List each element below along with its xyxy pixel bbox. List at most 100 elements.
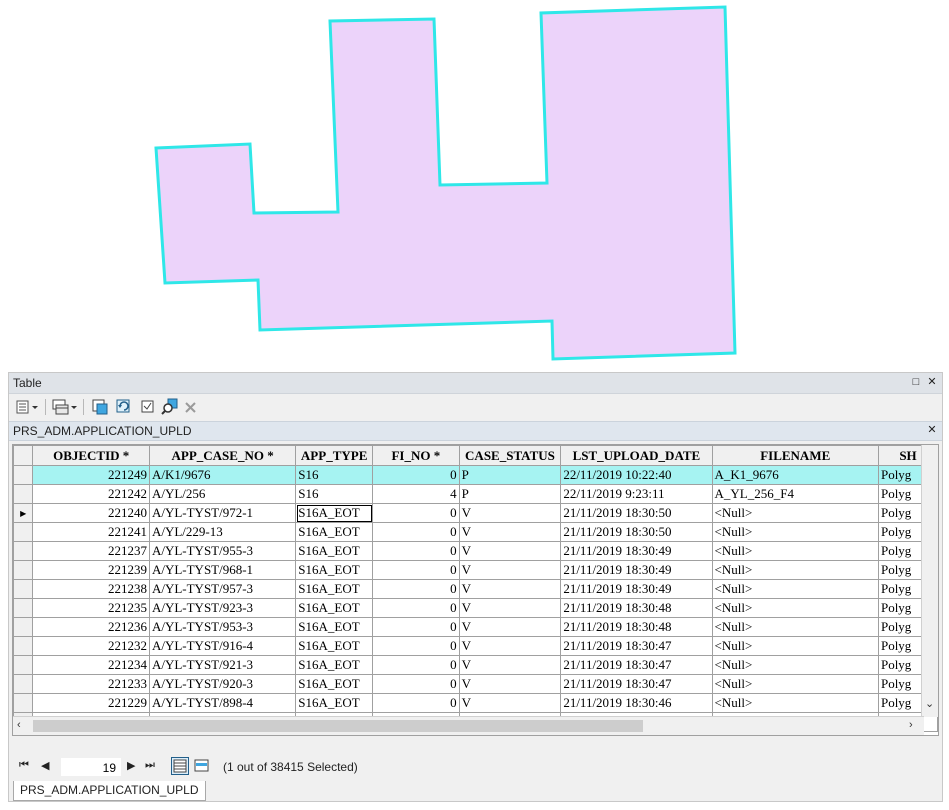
table-cell[interactable]: 22/11/2019 10:22:40 (560, 465, 713, 485)
restore-button[interactable]: □ (909, 375, 923, 389)
column-header-objectid[interactable]: OBJECTID * (32, 445, 150, 466)
table-cell[interactable]: S16A_EOT (295, 674, 374, 694)
show-all-records-button[interactable] (171, 757, 189, 775)
table-cell[interactable]: V (458, 541, 562, 561)
row-selector[interactable] (13, 598, 34, 618)
table-cell[interactable]: 221240 (32, 503, 150, 523)
table-row[interactable]: 221237 A/YL-TYST/955-3 S16A_EOT 0 V 21/11/201… (13, 541, 938, 561)
close-table-button[interactable]: ✕ (925, 423, 939, 437)
table-cell[interactable]: S16A_EOT (295, 636, 374, 656)
table-cell[interactable]: V (458, 674, 562, 694)
table-cell[interactable]: S16 (295, 465, 374, 485)
table-cell[interactable]: V (458, 636, 562, 656)
table-cell[interactable]: S16A_EOT (295, 655, 374, 675)
table-cell[interactable]: 21/11/2019 18:30:50 (560, 503, 713, 523)
next-record-button[interactable]: ▶ (127, 759, 135, 772)
table-cell[interactable]: 221249 (32, 465, 150, 485)
table-cell[interactable]: 21/11/2019 18:30:49 (560, 541, 713, 561)
table-cell[interactable]: <Null> (711, 503, 879, 523)
table-row[interactable]: 221236 A/YL-TYST/953-3 S16A_EOT 0 V 21/11/201… (13, 617, 938, 637)
table-cell[interactable]: V (458, 655, 562, 675)
row-selector[interactable] (13, 674, 34, 694)
table-cell[interactable]: 221236 (32, 617, 150, 637)
table-cell[interactable]: A/YL/229-13 (148, 522, 297, 542)
row-selector[interactable] (13, 465, 34, 485)
table-cell[interactable]: S16A_EOT (295, 503, 374, 523)
table-cell[interactable]: A_YL_256_F4 (711, 484, 879, 504)
table-cell[interactable]: 21/11/2019 18:30:49 (560, 579, 713, 599)
table-cell[interactable]: 221229 (32, 693, 150, 713)
column-header-fi-no[interactable]: FI_NO * (372, 445, 460, 466)
related-tables-button[interactable] (51, 398, 79, 416)
table-cell[interactable]: 0 (372, 522, 460, 542)
table-cell[interactable]: <Null> (711, 674, 879, 694)
table-cell[interactable]: A_K1_9676 (711, 465, 879, 485)
table-cell[interactable]: V (458, 522, 562, 542)
table-row[interactable]: 221242 A/YL/256 S16 4 P 22/11/2019 9:23:11 A_Y… (13, 484, 938, 504)
table-cell[interactable]: A/YL-TYST/923-3 (148, 598, 297, 618)
zoom-to-selected-button[interactable] (161, 398, 179, 416)
table-row[interactable]: 221233 A/YL-TYST/920-3 S16A_EOT 0 V 21/11/201… (13, 674, 938, 694)
table-row[interactable]: ▶ 221240 A/YL-TYST/972-1 S16A_EOT 0 V 21/11/20… (13, 503, 938, 523)
table-cell[interactable]: S16A_EOT (295, 579, 374, 599)
table-cell[interactable]: <Null> (711, 541, 879, 561)
table-row[interactable]: 221229 A/YL-TYST/898-4 S16A_EOT 0 V 21/11/201… (13, 693, 938, 713)
row-selector[interactable] (13, 636, 34, 656)
table-cell[interactable]: A/YL/256 (148, 484, 297, 504)
table-cell[interactable]: 21/11/2019 18:30:47 (560, 655, 713, 675)
table-cell[interactable]: <Null> (711, 693, 879, 713)
row-selector[interactable] (13, 693, 34, 713)
row-selector[interactable] (13, 484, 34, 504)
tab-prs-adm-application-upld[interactable]: PRS_ADM.APPLICATION_UPLD (13, 781, 206, 801)
column-header-app-case-no[interactable]: APP_CASE_NO * (148, 445, 297, 466)
table-cell[interactable]: V (458, 503, 562, 523)
table-cell[interactable]: 0 (372, 541, 460, 561)
table-cell[interactable]: 221234 (32, 655, 150, 675)
table-cell[interactable]: V (458, 560, 562, 580)
table-cell[interactable]: 0 (372, 465, 460, 485)
table-row[interactable]: 221232 A/YL-TYST/916-4 S16A_EOT 0 V 21/11/201… (13, 636, 938, 656)
column-header-filename[interactable]: FILENAME (711, 445, 879, 466)
selected-polygon[interactable] (0, 0, 949, 372)
vertical-scrollbar[interactable]: ⌄ (921, 445, 938, 717)
table-cell[interactable]: 22/11/2019 9:23:11 (560, 484, 713, 504)
table-cell[interactable]: 0 (372, 560, 460, 580)
horizontal-scrollbar[interactable]: ‹ › (13, 716, 924, 735)
row-selector[interactable] (13, 560, 34, 580)
table-cell[interactable]: A/YL-TYST/953-3 (148, 617, 297, 637)
table-cell[interactable]: S16A_EOT (295, 617, 374, 637)
last-record-button[interactable]: ⏭ (145, 759, 155, 772)
table-cell[interactable]: <Null> (711, 579, 879, 599)
table-cell[interactable]: P (458, 484, 562, 504)
table-cell[interactable]: S16A_EOT (295, 541, 374, 561)
table-cell[interactable]: 0 (372, 503, 460, 523)
horizontal-scroll-thumb[interactable] (33, 720, 643, 732)
table-cell[interactable]: 221235 (32, 598, 150, 618)
table-options-button[interactable] (15, 398, 41, 416)
table-cell[interactable]: 0 (372, 617, 460, 637)
table-cell[interactable]: <Null> (711, 617, 879, 637)
table-cell[interactable]: 221233 (32, 674, 150, 694)
table-row[interactable]: 221249 A/K1/9676 S16 0 P 22/11/2019 10:22:40 A… (13, 465, 938, 485)
row-selector[interactable] (13, 579, 34, 599)
table-cell[interactable]: V (458, 598, 562, 618)
close-window-button[interactable]: ✕ (925, 375, 939, 389)
show-selected-records-button[interactable] (193, 757, 211, 775)
table-row[interactable]: 221235 A/YL-TYST/923-3 S16A_EOT 0 V 21/11/201… (13, 598, 938, 618)
table-cell[interactable]: 0 (372, 598, 460, 618)
table-cell[interactable]: V (458, 579, 562, 599)
scroll-left-icon[interactable]: ‹ (17, 719, 21, 731)
table-cell[interactable]: A/YL-TYST/955-3 (148, 541, 297, 561)
table-cell[interactable]: V (458, 693, 562, 713)
table-row[interactable]: 221234 A/YL-TYST/921-3 S16A_EOT 0 V 21/11/201… (13, 655, 938, 675)
table-cell[interactable]: <Null> (711, 636, 879, 656)
switch-selection-button[interactable] (115, 398, 133, 416)
table-cell[interactable]: <Null> (711, 560, 879, 580)
table-cell[interactable]: 21/11/2019 18:30:47 (560, 674, 713, 694)
row-selector[interactable] (13, 541, 34, 561)
map-view[interactable] (0, 0, 949, 372)
table-cell[interactable]: 0 (372, 636, 460, 656)
table-cell[interactable]: A/YL-TYST/968-1 (148, 560, 297, 580)
table-cell[interactable]: 0 (372, 655, 460, 675)
table-window-titlebar[interactable]: Table □ ✕ (9, 373, 942, 394)
